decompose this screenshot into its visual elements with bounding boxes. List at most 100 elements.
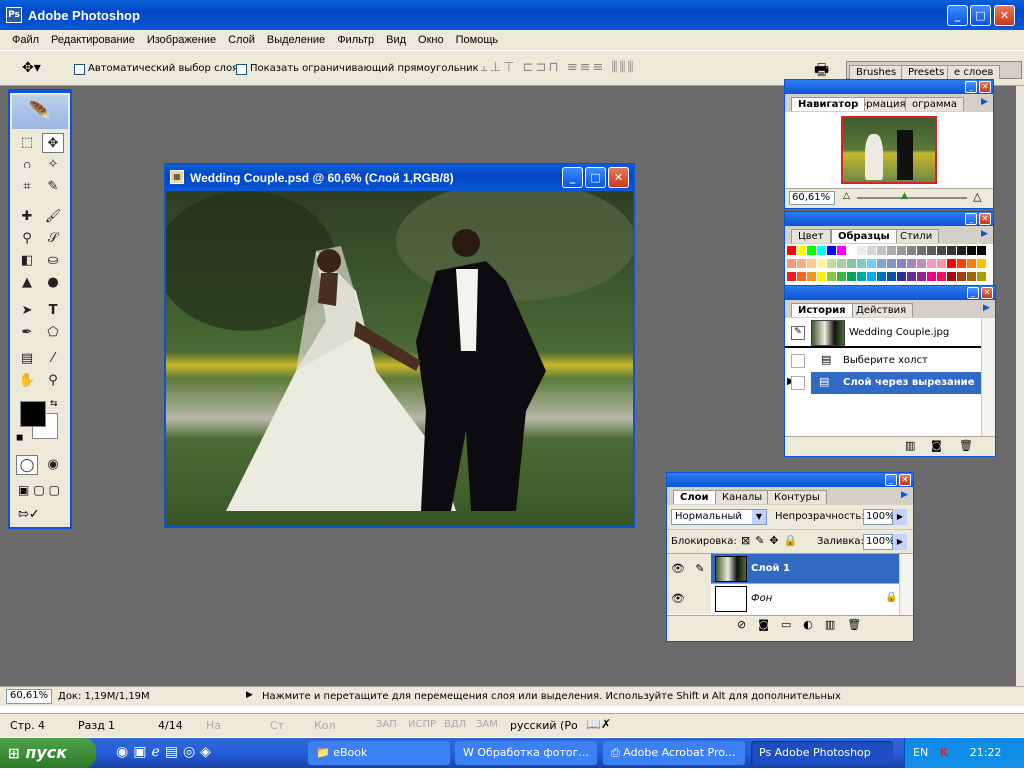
rec-indicator[interactable]: ЗАП bbox=[376, 719, 397, 730]
close-button[interactable]: ✕ bbox=[994, 5, 1015, 26]
screen-mode-icons[interactable]: ▣▢▢ bbox=[18, 483, 64, 497]
swatch[interactable] bbox=[937, 272, 946, 281]
trk-indicator[interactable]: ИСПР bbox=[408, 719, 436, 730]
delete-state-icon[interactable]: 🗑 bbox=[959, 439, 973, 452]
eyedropper-tool-icon[interactable]: ⁄ bbox=[42, 349, 64, 369]
navigator-zoom-value[interactable]: 60,61% bbox=[789, 191, 835, 205]
maximize-button[interactable]: □ bbox=[970, 5, 991, 26]
swatch[interactable] bbox=[847, 272, 856, 281]
history-item[interactable]: ▤ Выберите холст bbox=[785, 350, 995, 372]
start-button[interactable]: ⊞ пуск bbox=[0, 738, 96, 768]
swatch[interactable] bbox=[927, 272, 936, 281]
swatch[interactable] bbox=[967, 246, 976, 255]
document-canvas[interactable] bbox=[166, 191, 633, 526]
layer-buttons[interactable]: ⊘◙▭◐▥🗑 bbox=[737, 618, 873, 631]
notes-tool-icon[interactable]: ▤ bbox=[16, 349, 38, 369]
well-tab-layer-comps[interactable]: е слоев bbox=[947, 65, 1001, 79]
chevron-down-icon[interactable]: ▼ bbox=[752, 510, 766, 524]
history-scrollbar[interactable] bbox=[981, 318, 995, 436]
menu-item-6[interactable]: Вид bbox=[380, 34, 412, 46]
lasso-tool-icon[interactable]: ဂ bbox=[16, 155, 38, 175]
menu-item-0[interactable]: Файл bbox=[6, 34, 45, 46]
layer-link-slot[interactable] bbox=[689, 584, 711, 614]
default-colors-icon[interactable]: ◼ bbox=[16, 433, 23, 443]
swatch[interactable] bbox=[947, 246, 956, 255]
layer-row[interactable]: 👁 Фон 🔒 bbox=[667, 584, 913, 614]
new-document-from-state-icon[interactable]: ▥ bbox=[905, 439, 915, 452]
task-acrobat[interactable]: ⎙ Adobe Acrobat Pro... bbox=[603, 741, 745, 765]
swatch[interactable] bbox=[907, 259, 916, 268]
swatch[interactable] bbox=[907, 246, 916, 255]
swatch[interactable] bbox=[797, 246, 806, 255]
swatch[interactable] bbox=[807, 259, 816, 268]
opacity-arrow-icon[interactable]: ▶ bbox=[893, 509, 907, 525]
menu-item-2[interactable]: Изображение bbox=[141, 34, 222, 46]
swatch[interactable] bbox=[827, 246, 836, 255]
slice-tool-icon[interactable]: ✎ bbox=[42, 177, 64, 197]
imageready-jump-icon[interactable]: ⇰✓ bbox=[18, 507, 40, 522]
swatch[interactable] bbox=[917, 246, 926, 255]
menu-item-7[interactable]: Окно bbox=[412, 34, 450, 46]
zoom-slider[interactable] bbox=[857, 197, 967, 199]
swap-colors-icon[interactable]: ⇆ bbox=[50, 399, 58, 409]
tab-histogram[interactable]: ограмма bbox=[905, 97, 965, 111]
tab-actions[interactable]: Действия bbox=[849, 303, 914, 317]
swatches-minimize-button[interactable]: _ bbox=[965, 213, 977, 225]
blur-tool-icon[interactable]: ▲ bbox=[16, 273, 38, 293]
swatch[interactable] bbox=[917, 272, 926, 281]
move-tool-icon[interactable]: ✥ bbox=[42, 133, 64, 153]
path-selection-tool-icon[interactable]: ➤ bbox=[16, 301, 38, 321]
doc-maximize-button[interactable]: □ bbox=[585, 167, 606, 188]
healing-brush-tool-icon[interactable]: ✚ bbox=[16, 207, 38, 227]
eye-icon[interactable]: 👁 bbox=[667, 584, 689, 614]
history-state-checkbox-selected[interactable] bbox=[791, 376, 805, 390]
ovr-indicator[interactable]: ЗАМ bbox=[476, 719, 498, 730]
snapshot-brush-icon[interactable]: ✎ bbox=[791, 326, 805, 340]
shape-tool-icon[interactable]: ⬠ bbox=[42, 323, 64, 343]
task-ebook[interactable]: 📁 eBook bbox=[308, 741, 450, 765]
layer-name[interactable]: Слой 1 bbox=[751, 563, 790, 574]
history-item-selected[interactable]: ▶ ▤ Слой через вырезание bbox=[787, 372, 995, 394]
spelling-icon[interactable]: 📖✗ bbox=[586, 717, 611, 731]
tab-channels[interactable]: Каналы bbox=[715, 490, 770, 504]
menu-item-1[interactable]: Редактирование bbox=[45, 34, 141, 46]
eye-icon[interactable]: 👁 bbox=[667, 554, 689, 584]
swatch[interactable] bbox=[847, 259, 856, 268]
language-tray[interactable]: EN bbox=[913, 746, 928, 759]
quick-mask-mode-icon[interactable]: ◉ bbox=[42, 455, 64, 475]
swatch[interactable] bbox=[837, 259, 846, 268]
swatch[interactable] bbox=[937, 246, 946, 255]
swatch[interactable] bbox=[877, 259, 886, 268]
menu-item-5[interactable]: Фильтр bbox=[331, 34, 380, 46]
tab-navigator[interactable]: Навигатор bbox=[791, 97, 866, 111]
swatch[interactable] bbox=[817, 246, 826, 255]
swatch[interactable] bbox=[847, 246, 856, 255]
navigator-close-button[interactable]: ✕ bbox=[979, 81, 991, 93]
standard-mode-icon[interactable]: ◯ bbox=[16, 455, 38, 475]
swatch[interactable] bbox=[897, 272, 906, 281]
swatch[interactable] bbox=[807, 246, 816, 255]
swatch[interactable] bbox=[827, 259, 836, 268]
well-tab-brushes[interactable]: Brushes bbox=[849, 65, 904, 79]
swatch[interactable] bbox=[857, 259, 866, 268]
swatch[interactable] bbox=[787, 259, 796, 268]
swatch[interactable] bbox=[837, 272, 846, 281]
swatch[interactable] bbox=[797, 259, 806, 268]
eraser-tool-icon[interactable]: ◧ bbox=[16, 251, 38, 271]
magic-wand-tool-icon[interactable]: ✧ bbox=[42, 155, 64, 175]
workspace-scrollbar[interactable] bbox=[1016, 86, 1024, 686]
task-photoshop[interactable]: Ps Adobe Photoshop bbox=[751, 741, 893, 765]
minimize-button[interactable]: _ bbox=[947, 5, 968, 26]
pen-tool-icon[interactable]: ✒ bbox=[16, 323, 38, 343]
swatch[interactable] bbox=[937, 259, 946, 268]
zoom-in-icon[interactable]: △ bbox=[973, 190, 981, 203]
opacity-input[interactable]: 100% bbox=[863, 509, 895, 525]
swatch[interactable] bbox=[817, 272, 826, 281]
foreground-color[interactable] bbox=[20, 401, 46, 427]
auto-select-checkbox[interactable] bbox=[74, 64, 85, 75]
history-state-checkbox[interactable] bbox=[791, 354, 805, 368]
swatch[interactable] bbox=[887, 259, 896, 268]
swatch[interactable] bbox=[837, 246, 846, 255]
swatch[interactable] bbox=[907, 272, 916, 281]
swatch[interactable] bbox=[927, 246, 936, 255]
